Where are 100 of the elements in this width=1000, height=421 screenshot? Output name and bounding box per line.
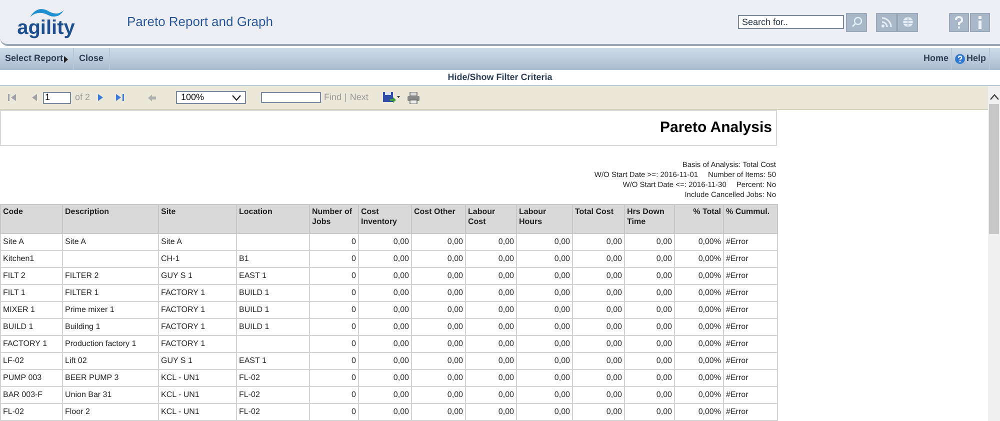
table-cell: 0,00% — [674, 284, 724, 302]
table-cell: 0,00 — [466, 250, 516, 268]
table-cell: 0,00% — [674, 386, 724, 404]
table-cell: #Error — [724, 302, 778, 318]
table-cell: LF-02 — [0, 352, 62, 370]
table-cell: 0,00 — [572, 284, 624, 302]
table-cell: 0,00 — [412, 268, 466, 284]
table-cell: 0,00 — [412, 234, 466, 250]
table-cell: #Error — [724, 336, 778, 352]
next-page-icon[interactable] — [98, 93, 104, 102]
hide-show-filter-link[interactable]: Hide/Show Filter Criteria — [448, 70, 552, 84]
table-cell: 0,00 — [466, 404, 516, 420]
table-cell: 0,00 — [412, 352, 466, 370]
table-cell: 0,00% — [674, 250, 724, 268]
table-cell: 0,00 — [516, 250, 572, 268]
table-cell: 0,00 — [466, 370, 516, 386]
table-cell: 0,00 — [572, 370, 624, 386]
table-cell: 0,00 — [412, 404, 466, 420]
table-cell: 0,00 — [358, 284, 412, 302]
find-field[interactable] — [261, 92, 322, 103]
table-cell: 0,00 — [466, 284, 516, 302]
table-cell: 0,00 — [572, 404, 624, 420]
column-header: Code — [0, 204, 62, 234]
table-cell: KCL - UN1 — [158, 370, 236, 386]
last-page-icon[interactable] — [116, 93, 126, 102]
table-cell: 0,00 — [466, 318, 516, 336]
scroll-up-icon[interactable] — [990, 94, 998, 100]
table-cell: 0,00 — [572, 318, 624, 336]
table-cell: 0,00 — [358, 302, 412, 318]
table-cell: 0,00 — [624, 336, 674, 352]
table-cell: BUILD 1 — [236, 302, 310, 318]
zoom-select[interactable]: 100% — [176, 91, 246, 104]
table-cell: #Error — [724, 268, 778, 284]
table-cell: FACTORY 1 — [158, 318, 236, 336]
scrollbar[interactable] — [988, 86, 1000, 421]
table-cell: CH-1 — [158, 250, 236, 268]
table-cell: 0,00 — [572, 250, 624, 268]
table-cell: 0,00 — [358, 268, 412, 284]
print-icon[interactable] — [407, 92, 420, 104]
table-cell: Building 1 — [62, 318, 158, 336]
table-cell: GUY S 1 — [158, 352, 236, 370]
search-button[interactable] — [846, 12, 867, 32]
search-icon — [850, 16, 862, 28]
table-cell: 0,00% — [674, 318, 724, 336]
first-page-icon[interactable] — [8, 93, 17, 102]
table-cell: 0,00% — [674, 302, 724, 318]
info-button[interactable] — [970, 12, 990, 32]
column-header: Site — [158, 204, 236, 234]
table-cell: 0,00 — [412, 336, 466, 352]
page-number-field[interactable]: 1 — [43, 92, 71, 104]
info-icon — [978, 16, 982, 28]
table-cell: FILT 2 — [0, 268, 62, 284]
table-cell: 0 — [310, 352, 358, 370]
table-cell: 0,00 — [572, 268, 624, 284]
column-header: % Cummul. — [724, 204, 778, 234]
table-cell: BAR 003-F — [0, 386, 62, 404]
table-cell: 0,00 — [572, 336, 624, 352]
table-cell: 0,00 — [358, 234, 412, 250]
table-cell: 0,00% — [674, 336, 724, 352]
table-cell: 0,00% — [674, 234, 724, 250]
table-cell: #Error — [724, 386, 778, 404]
table-cell: 0,00 — [466, 352, 516, 370]
table-cell: 0,00 — [624, 302, 674, 318]
previous-page-icon[interactable] — [32, 93, 37, 102]
table-cell: Site A — [62, 234, 158, 250]
table-cell: #Error — [724, 404, 778, 420]
help-button[interactable] — [949, 12, 969, 32]
column-header: Location — [236, 204, 310, 234]
table-cell: GUY S 1 — [158, 268, 236, 284]
table-cell: 0,00 — [466, 268, 516, 284]
table-cell: 0,00% — [674, 352, 724, 370]
save-icon[interactable] — [383, 92, 400, 104]
table-cell: #Error — [724, 318, 778, 336]
table-cell: 0 — [310, 336, 358, 352]
table-cell: FILTER 2 — [62, 268, 158, 284]
table-cell: BEER PUMP 3 — [62, 370, 158, 386]
table-cell: 0,00 — [358, 352, 412, 370]
scroll-thumb[interactable] — [989, 104, 999, 234]
table-cell: 0,00 — [516, 386, 572, 404]
globe-button[interactable] — [897, 12, 918, 32]
table-cell: FL-02 — [0, 404, 62, 420]
table-cell: 0,00 — [624, 370, 674, 386]
report-title: Pareto Analysis — [660, 118, 772, 138]
search-field[interactable]: Search for.. — [738, 15, 844, 29]
column-header: Labour Cost — [466, 204, 516, 234]
table-cell: 0 — [310, 370, 358, 386]
table-cell: 0,00% — [674, 404, 724, 420]
table-cell: 0,00 — [466, 302, 516, 318]
table-cell: 0 — [310, 268, 358, 284]
table-cell: 0 — [310, 404, 358, 420]
table-cell: 0,00 — [516, 284, 572, 302]
column-header: % Total — [674, 204, 724, 234]
table-cell: 0 — [310, 318, 358, 336]
table-cell: Site A — [0, 234, 62, 250]
rss-button[interactable] — [876, 12, 897, 32]
back-icon[interactable] — [148, 94, 156, 102]
table-cell: FACTORY 1 — [0, 336, 62, 352]
table-cell: 0,00 — [358, 318, 412, 336]
table-cell: FACTORY 1 — [158, 336, 236, 352]
table-cell: 0,00 — [624, 352, 674, 370]
